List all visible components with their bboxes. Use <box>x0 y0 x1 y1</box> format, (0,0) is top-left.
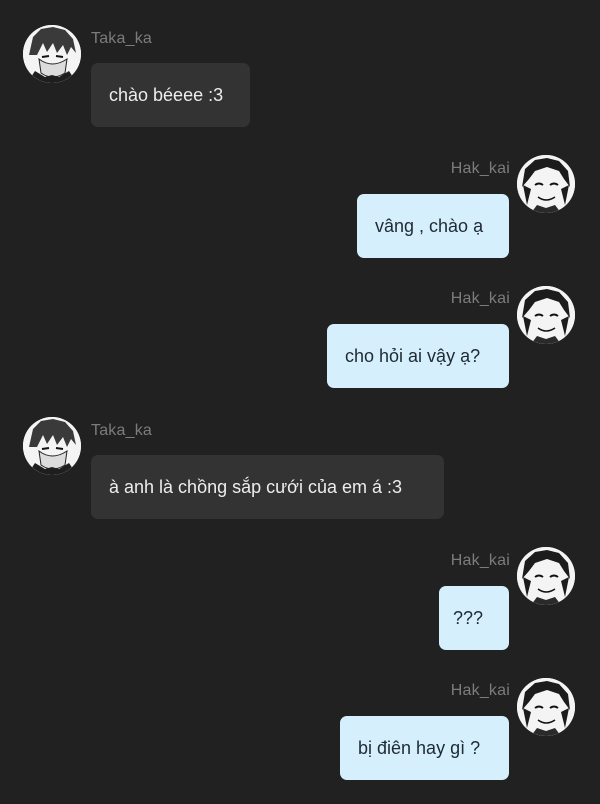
sender-avatar-icon[interactable] <box>23 25 81 83</box>
sender-name: Hak_kai <box>450 290 510 307</box>
chat-thread: Taka_ka chào béeee :3 Hak_kai vâng , chà… <box>0 0 600 804</box>
message-bubble[interactable]: bị điên hay gì ? <box>340 716 509 780</box>
sender-avatar-icon[interactable] <box>517 678 575 736</box>
sender-name: Taka_ka <box>91 30 152 47</box>
sender-name: Hak_kai <box>450 552 510 569</box>
message-bubble[interactable]: vâng , chào ạ <box>357 194 509 258</box>
message-bubble[interactable]: cho hỏi ai vậy ạ? <box>327 324 509 388</box>
sender-avatar-icon[interactable] <box>517 286 575 344</box>
sender-name: Hak_kai <box>450 682 510 699</box>
message-bubble[interactable]: ??? <box>439 586 509 650</box>
sender-avatar-icon[interactable] <box>23 417 81 475</box>
sender-avatar-icon[interactable] <box>517 155 575 213</box>
sender-avatar-icon[interactable] <box>517 547 575 605</box>
sender-name: Hak_kai <box>450 160 510 177</box>
sender-name: Taka_ka <box>91 422 152 439</box>
message-bubble[interactable]: à anh là chồng sắp cưới của em á :3 <box>91 455 444 519</box>
message-bubble[interactable]: chào béeee :3 <box>91 63 250 127</box>
